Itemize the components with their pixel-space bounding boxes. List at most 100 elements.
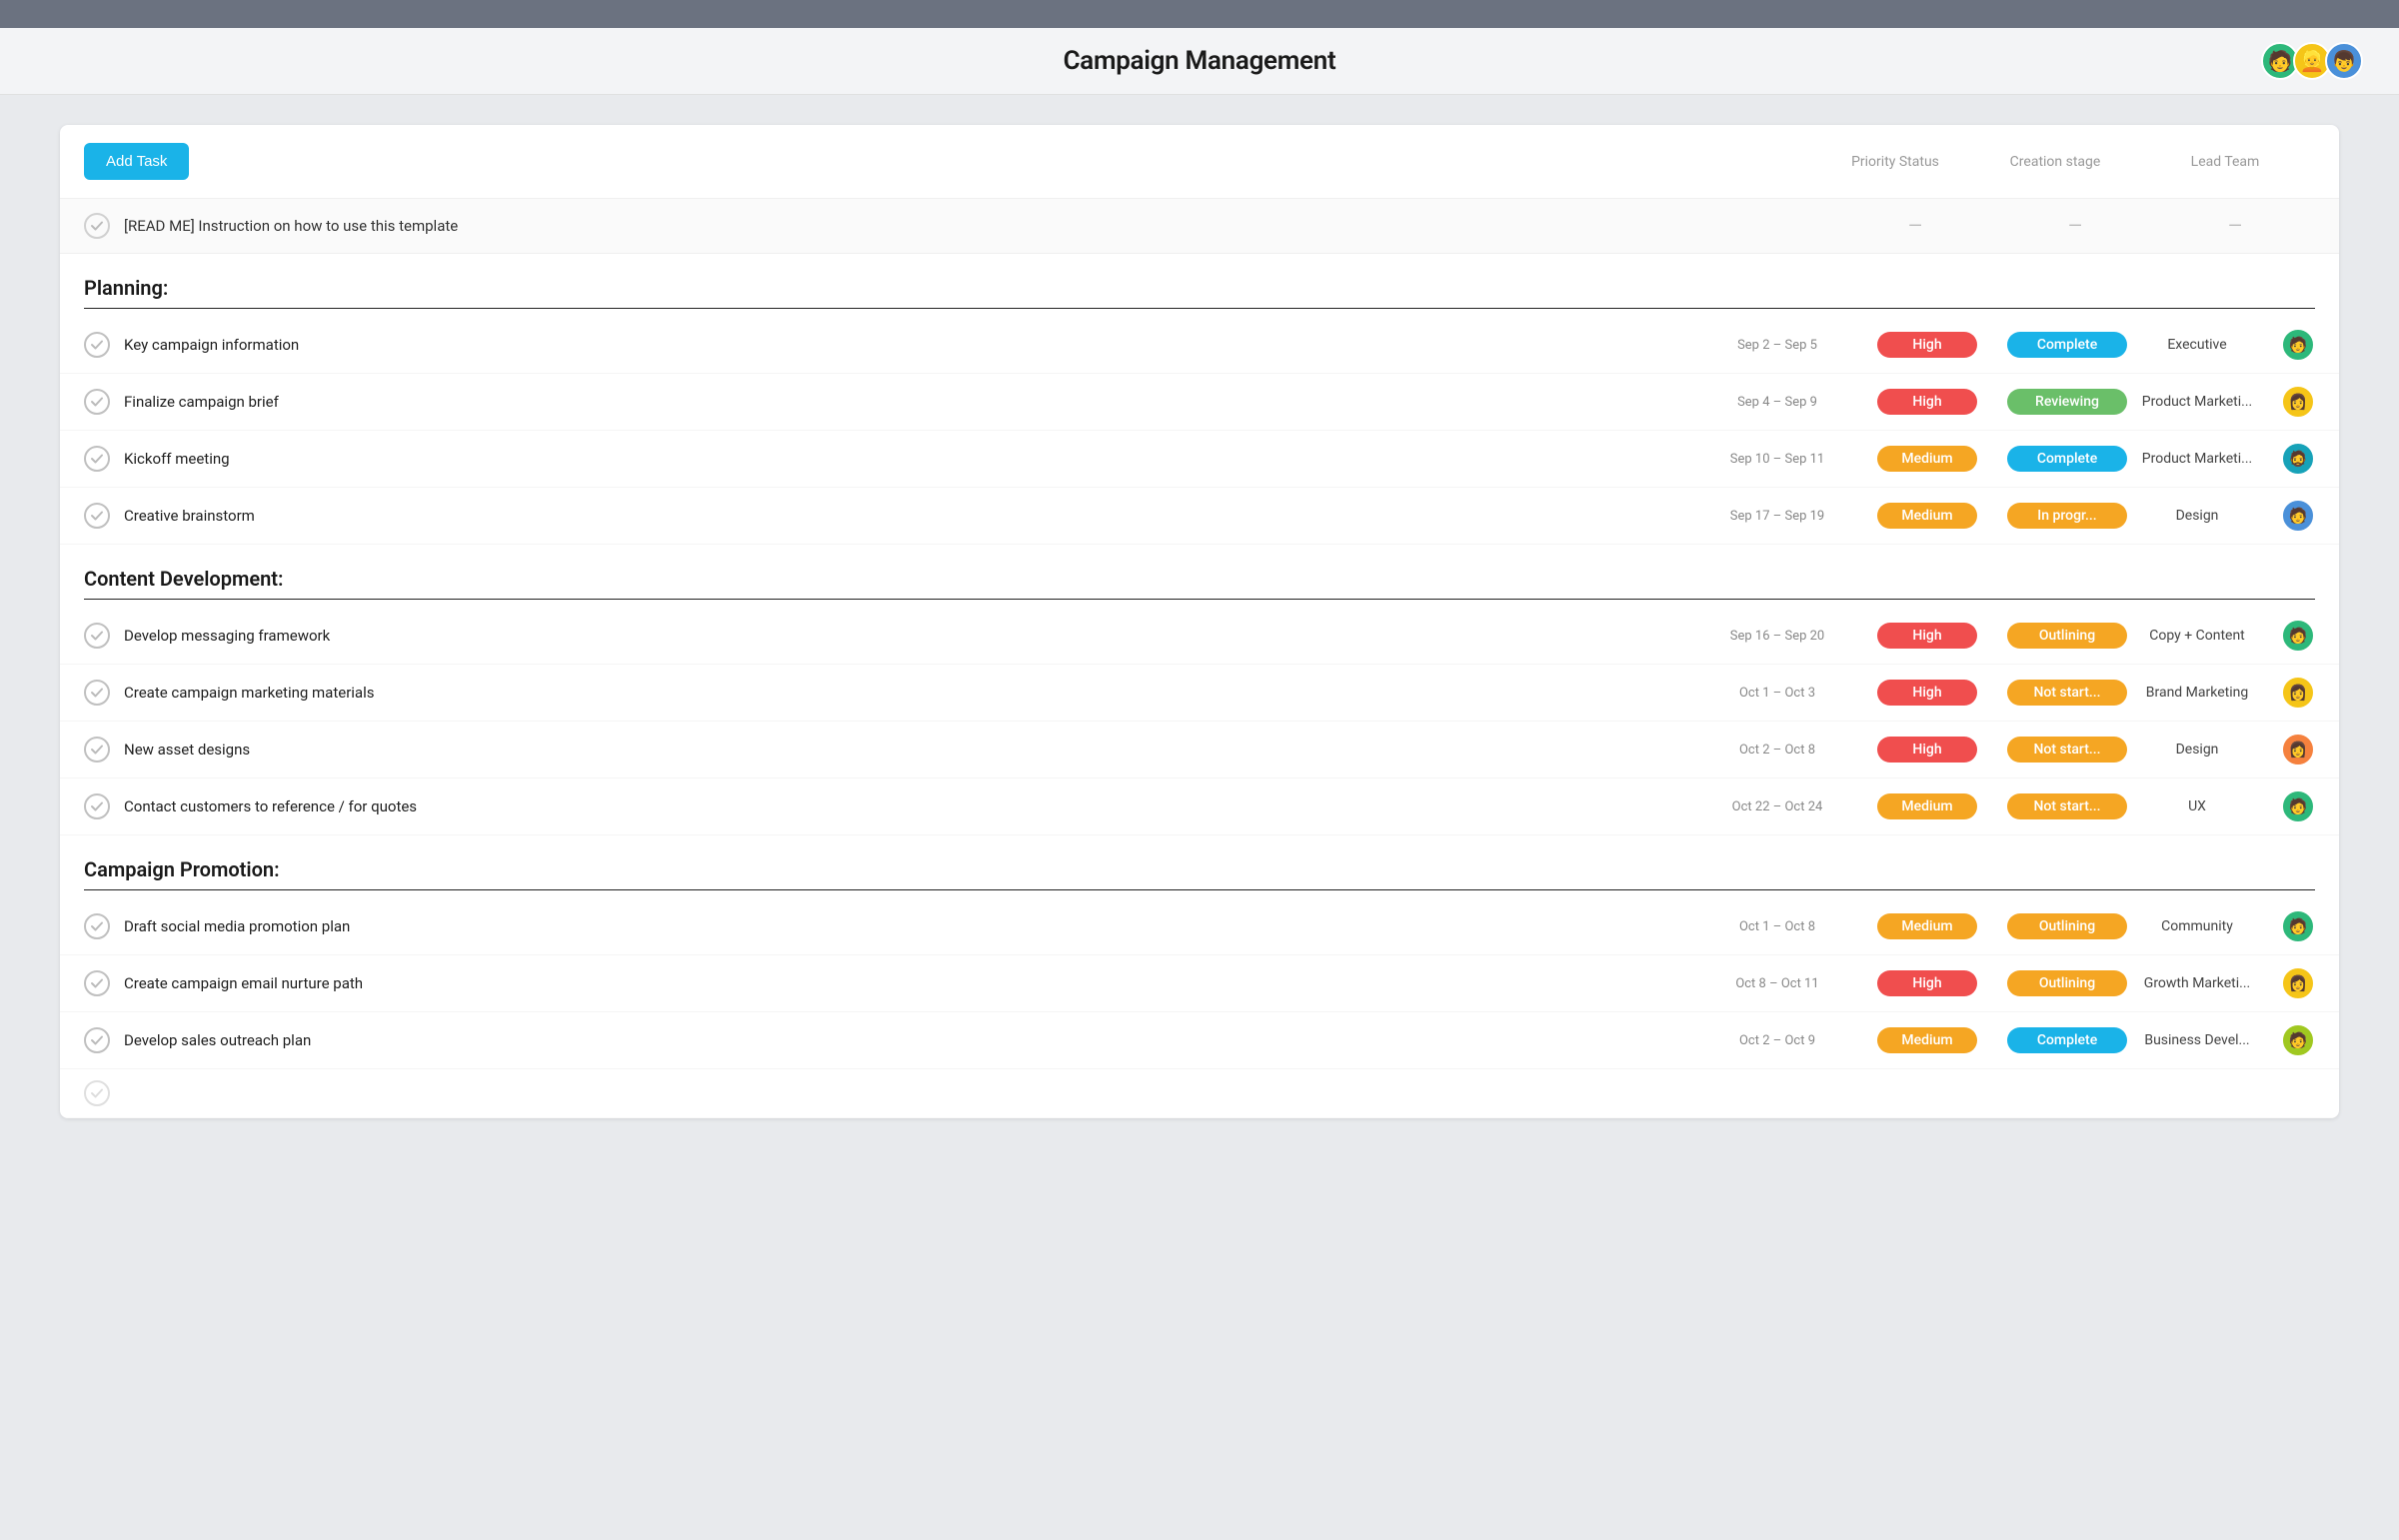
task-name: Draft social media promotion plan — [124, 917, 1707, 935]
task-team: Business Devel... — [2127, 1032, 2267, 1048]
task-date: Sep 16 – Sep 20 — [1707, 629, 1847, 644]
column-headers: Priority Status Creation stage Lead Team — [1815, 154, 2315, 170]
header: Campaign Management 🧑 👱 👦 — [0, 28, 2399, 95]
task-row[interactable]: Contact customers to reference / for quo… — [60, 778, 2339, 835]
task-row[interactable]: Creative brainstormSep 17 – Sep 19 Medium… — [60, 488, 2339, 545]
col-creation: Creation stage — [1975, 154, 2135, 170]
read-me-label: [READ ME] Instruction on how to use this… — [124, 217, 1835, 235]
task-check-icon — [84, 793, 110, 819]
task-team: Product Marketi... — [2127, 451, 2267, 467]
task-date: Sep 17 – Sep 19 — [1707, 509, 1847, 524]
section-title-2: Campaign Promotion: — [60, 835, 2339, 889]
read-me-check-icon — [84, 213, 110, 239]
task-row[interactable]: Key campaign informationSep 2 – Sep 5Hig… — [60, 317, 2339, 374]
task-check-icon — [84, 737, 110, 763]
task-check-icon — [84, 913, 110, 939]
task-avatar: 👩 — [2281, 385, 2315, 419]
task-team: Product Marketi... — [2127, 394, 2267, 410]
priority-badge[interactable]: Medium — [1877, 913, 1977, 939]
status-badge[interactable]: Reviewing — [2007, 389, 2127, 415]
task-name: Finalize campaign brief — [124, 393, 1707, 411]
task-team: UX — [2127, 798, 2267, 814]
task-check-icon — [84, 503, 110, 529]
task-row-partial — [60, 1069, 2339, 1118]
task-name: New asset designs — [124, 741, 1707, 759]
task-check-icon — [84, 446, 110, 472]
top-bar — [0, 0, 2399, 28]
task-name: Key campaign information — [124, 336, 1707, 354]
task-check-icon — [84, 1027, 110, 1053]
section-divider-1 — [84, 599, 2315, 600]
task-date: Sep 10 – Sep 11 — [1707, 452, 1847, 467]
task-avatar: 🧑 — [2281, 619, 2315, 653]
read-me-row[interactable]: [READ ME] Instruction on how to use this… — [60, 199, 2339, 254]
section-1: Content Development:Develop messaging fr… — [60, 545, 2339, 835]
priority-badge[interactable]: High — [1877, 737, 1977, 763]
task-team: Design — [2127, 742, 2267, 758]
status-badge[interactable]: In progr... — [2007, 503, 2127, 529]
task-name: Develop sales outreach plan — [124, 1031, 1707, 1049]
status-badge[interactable]: Complete — [2007, 1027, 2127, 1053]
task-date: Oct 1 – Oct 8 — [1707, 919, 1847, 934]
task-check-icon — [84, 680, 110, 706]
task-check-icon — [84, 1080, 110, 1106]
task-check-icon — [84, 332, 110, 358]
status-badge[interactable]: Not start... — [2007, 680, 2127, 706]
task-avatar: 🧔 — [2281, 442, 2315, 476]
task-date: Oct 2 – Oct 9 — [1707, 1033, 1847, 1048]
task-team: Brand Marketing — [2127, 685, 2267, 701]
status-badge[interactable]: Not start... — [2007, 737, 2127, 763]
task-row[interactable]: Create campaign marketing materialsOct 1… — [60, 665, 2339, 722]
task-avatar: 🧑 — [2281, 1023, 2315, 1057]
col-lead: Lead Team — [2135, 154, 2315, 170]
section-0: Planning: Key campaign informationSep 2 –… — [60, 254, 2339, 545]
dash-1: — — [1835, 216, 1995, 237]
task-name: Creative brainstorm — [124, 507, 1707, 525]
page-title: Campaign Management — [1064, 46, 1336, 76]
dash-3: — — [2155, 216, 2315, 237]
status-badge[interactable]: Outlining — [2007, 913, 2127, 939]
status-badge[interactable]: Outlining — [2007, 623, 2127, 649]
priority-badge[interactable]: High — [1877, 389, 1977, 415]
task-avatar: 🧑 — [2281, 328, 2315, 362]
priority-badge[interactable]: High — [1877, 332, 1977, 358]
add-task-button[interactable]: Add Task — [84, 143, 189, 180]
task-row[interactable]: New asset designsOct 2 – Oct 8 High Not st… — [60, 722, 2339, 778]
task-row[interactable]: Develop messaging frameworkSep 16 – Sep … — [60, 608, 2339, 665]
panel-header: Add Task Priority Status Creation stage … — [60, 125, 2339, 199]
section-divider-0 — [84, 308, 2315, 309]
task-row[interactable]: Draft social media promotion planOct 1 –… — [60, 898, 2339, 955]
priority-badge[interactable]: High — [1877, 970, 1977, 996]
task-row[interactable]: Finalize campaign briefSep 4 – Sep 9High… — [60, 374, 2339, 431]
task-row[interactable]: Develop sales outreach planOct 2 – Oct 9… — [60, 1012, 2339, 1069]
status-badge[interactable]: Outlining — [2007, 970, 2127, 996]
status-badge[interactable]: Complete — [2007, 446, 2127, 472]
priority-badge[interactable]: Medium — [1877, 446, 1977, 472]
task-avatar: 👩 — [2281, 676, 2315, 710]
priority-badge[interactable]: High — [1877, 680, 1977, 706]
task-check-icon — [84, 623, 110, 649]
priority-badge[interactable]: Medium — [1877, 793, 1977, 819]
task-row[interactable]: Create campaign email nurture pathOct 8 … — [60, 955, 2339, 1012]
status-badge[interactable]: Complete — [2007, 332, 2127, 358]
priority-badge[interactable]: Medium — [1877, 1027, 1977, 1053]
task-check-icon — [84, 389, 110, 415]
section-title-0: Planning: — [60, 254, 2339, 308]
task-panel: Add Task Priority Status Creation stage … — [60, 125, 2339, 1118]
avatar-3[interactable]: 👦 — [2325, 42, 2363, 80]
task-avatar: 🧑 — [2281, 789, 2315, 823]
task-avatar: 👩 — [2281, 966, 2315, 1000]
task-name: Create campaign marketing materials — [124, 684, 1707, 702]
task-avatar: 🧑 — [2281, 909, 2315, 943]
task-name: Contact customers to reference / for quo… — [124, 797, 1707, 815]
status-badge[interactable]: Not start... — [2007, 793, 2127, 819]
priority-badge[interactable]: High — [1877, 623, 1977, 649]
task-date: Oct 22 – Oct 24 — [1707, 799, 1847, 814]
task-team: Growth Marketi... — [2127, 975, 2267, 991]
task-name: Develop messaging framework — [124, 627, 1707, 645]
task-row[interactable]: Kickoff meetingSep 10 – Sep 11 Medium Comp… — [60, 431, 2339, 488]
priority-badge[interactable]: Medium — [1877, 503, 1977, 529]
task-date: Oct 2 – Oct 8 — [1707, 743, 1847, 758]
task-name: Kickoff meeting — [124, 450, 1707, 468]
dash-2: — — [1995, 216, 2155, 237]
